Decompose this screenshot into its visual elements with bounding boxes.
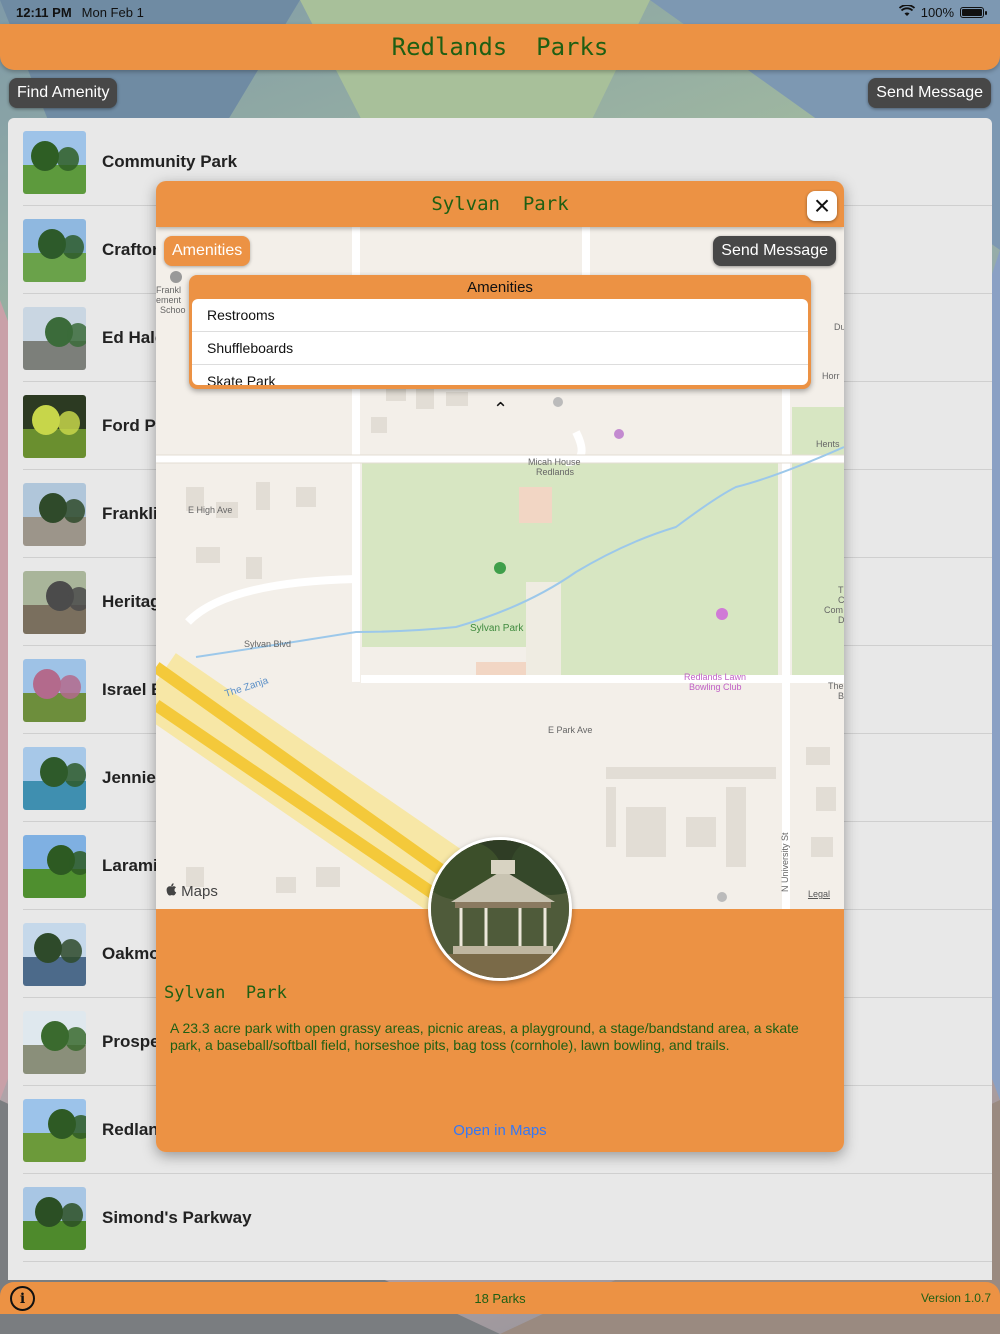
park-thumbnail <box>23 834 86 898</box>
app-title: Redlands Parks <box>391 33 609 61</box>
park-thumbnail <box>23 130 86 194</box>
park-thumbnail <box>23 1186 86 1250</box>
apple-logo-icon <box>166 883 181 900</box>
svg-text:D: D <box>838 615 844 625</box>
park-thumbnail <box>23 658 86 722</box>
park-photo <box>428 837 572 981</box>
amenity-item[interactable]: Skate Park <box>192 365 808 385</box>
map-label-high: E High Ave <box>188 505 232 515</box>
modal-title: Sylvan Park <box>431 193 569 215</box>
send-message-button[interactable]: Send Message <box>868 78 991 108</box>
modal-header: Sylvan Park × <box>156 181 844 227</box>
map-label-park-ave: E Park Ave <box>548 725 592 735</box>
park-count: 18 Parks <box>474 1290 526 1306</box>
svg-text:Bowling Club: Bowling Club <box>689 682 742 692</box>
park-thumbnail <box>23 1098 86 1162</box>
park-thumbnail <box>23 1010 86 1074</box>
modal-send-message-button[interactable]: Send Message <box>713 236 836 266</box>
app-header: Redlands Parks <box>0 24 1000 70</box>
amenities-button[interactable]: Amenities <box>164 236 251 266</box>
close-button[interactable]: × <box>807 191 837 221</box>
amenity-item[interactable]: Restrooms <box>192 299 808 332</box>
park-thumbnail <box>23 570 86 634</box>
map-label-lawn: Redlands Lawn <box>684 672 746 682</box>
park-name-label: Jennie <box>102 768 156 787</box>
park-name-label: Crafton <box>102 240 163 259</box>
battery-percent: 100% <box>920 4 954 20</box>
park-thumbnail <box>23 394 86 458</box>
legal-link[interactable]: Legal <box>808 889 830 899</box>
amenities-list[interactable]: Restrooms Shuffleboards Skate Park <box>192 299 808 385</box>
status-bar: 12:11 PM Mon Feb 1 100% <box>0 0 1000 24</box>
park-name: Sylvan Park <box>164 983 287 1003</box>
footer-bar: i 18 Parks Version 1.0.7 <box>0 1282 1000 1314</box>
park-thumbnail <box>23 746 86 810</box>
amenities-dropdown-title: Amenities <box>467 278 533 296</box>
battery-icon <box>960 6 987 18</box>
wifi-icon <box>898 3 915 20</box>
park-name-label: Simond's Parkway <box>102 1208 252 1227</box>
map-label-university: N University St <box>780 832 790 892</box>
park-description: A 23.3 acre park with open grassy areas,… <box>170 1020 799 1053</box>
map-label-sylvan-blvd: Sylvan Blvd <box>244 639 291 649</box>
map-label-school: Frankl <box>156 285 181 295</box>
apple-maps-logo: Maps <box>166 883 218 900</box>
park-name-label: Ed Hale <box>102 328 165 347</box>
amenity-item[interactable]: Shuffleboards <box>192 332 808 365</box>
close-icon: × <box>813 190 831 221</box>
map-label-du: Du <box>834 322 844 332</box>
park-thumbnail <box>23 218 86 282</box>
park-list-item[interactable]: Simond's Parkway <box>8 1174 992 1262</box>
park-name-label: Heritag <box>102 592 161 611</box>
svg-text:Com: Com <box>824 605 843 615</box>
park-name-label: Israel B <box>102 680 164 699</box>
park-thumbnail <box>23 306 86 370</box>
status-time: 12:11 PM <box>16 4 72 20</box>
map-label-sylvan-park: Sylvan Park <box>470 623 524 634</box>
find-amenity-button[interactable]: Find Amenity <box>9 78 118 108</box>
svg-text:B: B <box>838 691 844 701</box>
svg-text:C: C <box>838 595 844 605</box>
park-name-label: Community Park <box>102 152 238 171</box>
svg-text:T: T <box>838 585 844 595</box>
park-detail-modal: Frankl ement Schoo Micah House Redlands … <box>156 181 844 1152</box>
park-thumbnail <box>23 482 86 546</box>
svg-text:Schoo: Schoo <box>160 305 186 315</box>
svg-text:Redlands: Redlands <box>536 467 575 477</box>
app-version: Version 1.0.7 <box>920 1291 991 1305</box>
map-label-horr: Horr <box>822 371 840 381</box>
svg-text:ement: ement <box>156 295 182 305</box>
maps-logo-text: Maps <box>181 883 218 900</box>
info-icon[interactable]: i <box>10 1286 35 1311</box>
map-label-hents: Hents <box>816 439 840 449</box>
status-date: Mon Feb 1 <box>81 4 144 20</box>
open-in-maps-link[interactable]: Open in Maps <box>156 1122 844 1139</box>
map-label-micah: Micah House <box>528 457 581 467</box>
chevron-up-icon[interactable]: ⌃ <box>493 399 508 420</box>
park-thumbnail <box>23 922 86 986</box>
amenities-dropdown: Amenities Restrooms Shuffleboards Skate … <box>189 275 811 389</box>
svg-text:The: The <box>828 681 844 691</box>
